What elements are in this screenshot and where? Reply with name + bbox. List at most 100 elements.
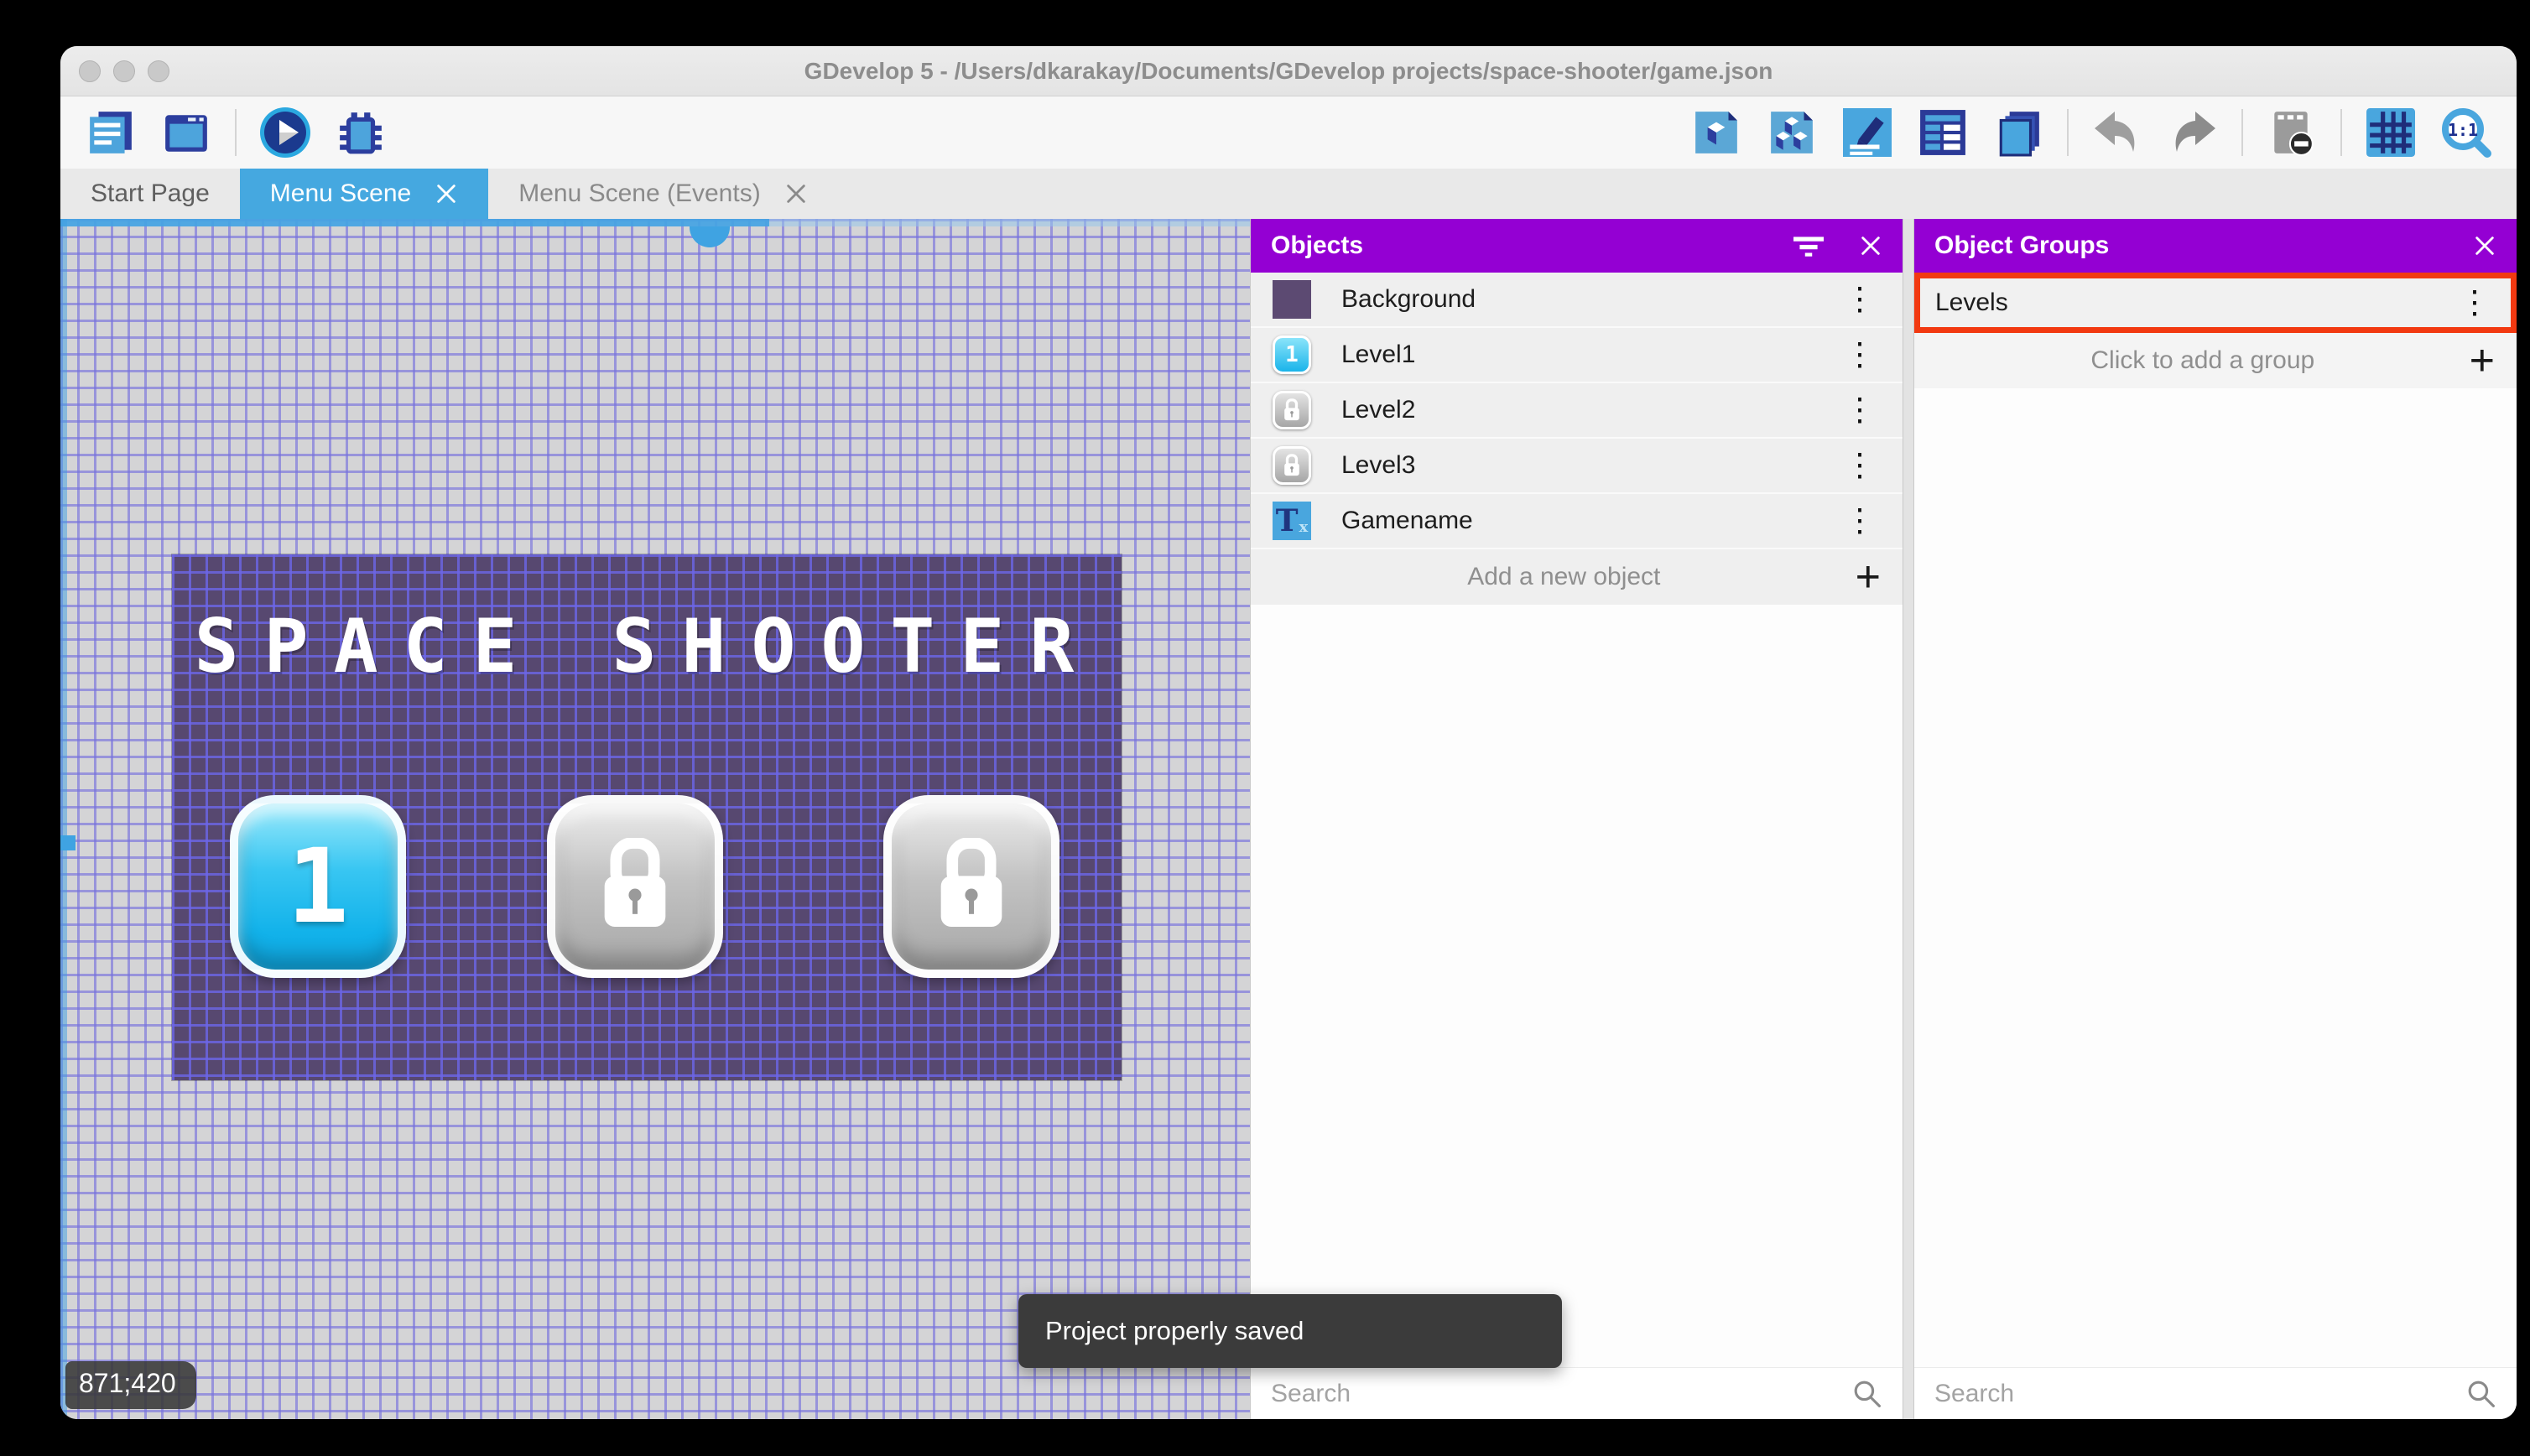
group-menu-button[interactable]: ⋮	[2454, 287, 2496, 319]
zoom-1-1-button[interactable]: 1:1	[2439, 106, 2493, 159]
redo-icon	[2167, 110, 2219, 155]
toggle-grid-button[interactable]	[2364, 106, 2418, 159]
objects-search-bar	[1251, 1367, 1903, 1419]
lock-icon	[596, 838, 674, 936]
main-toolbar: 1:1	[60, 96, 2517, 169]
object-menu-button[interactable]: ⋮	[1839, 339, 1881, 371]
close-tab-icon[interactable]	[784, 182, 808, 205]
toolbar-divider	[2340, 109, 2342, 156]
toggle-properties-panel-button[interactable]	[1840, 106, 1894, 159]
toolbar-divider	[2067, 109, 2069, 156]
grid-icon	[2366, 108, 2415, 157]
title-bar: GDevelop 5 - /Users/dkarakay/Documents/G…	[60, 46, 2517, 96]
tab-label: Menu Scene (Events)	[518, 179, 760, 208]
toggle-layers-panel-button[interactable]	[1991, 106, 2045, 159]
project-manager-icon	[86, 108, 135, 157]
object-menu-button[interactable]: ⋮	[1839, 450, 1881, 481]
game-title-text: SPACE SHOOTER	[172, 603, 1122, 689]
close-panel-icon[interactable]	[1859, 234, 1882, 257]
add-object-row[interactable]: Add a new object +	[1251, 549, 1903, 605]
selection-rotate-handle[interactable]	[690, 226, 730, 247]
tab-menu-scene-events[interactable]: Menu Scene (Events)	[488, 169, 837, 219]
properties-panel-icon	[1843, 108, 1892, 157]
tab-menu-scene[interactable]: Menu Scene	[240, 169, 488, 219]
groups-list-empty-area	[1914, 388, 2517, 1367]
objects-panel: Objects Background ⋮ 1 Level1 ⋮ Level2 ⋮	[1250, 219, 1903, 1419]
tab-start-page[interactable]: Start Page	[60, 169, 240, 219]
object-groups-panel-icon	[1767, 108, 1816, 157]
object-row-level1[interactable]: 1 Level1 ⋮	[1251, 328, 1903, 383]
group-name: Levels	[1935, 289, 2437, 317]
cursor-coordinates-badge: 871;420	[65, 1361, 196, 1409]
background-object[interactable]: SPACE SHOOTER 1	[172, 554, 1122, 1080]
objects-panel-header: Objects	[1251, 219, 1903, 273]
minimize-window-button[interactable]	[113, 60, 135, 82]
lock-icon	[933, 838, 1010, 936]
start-page-button[interactable]	[159, 106, 213, 159]
zoom-1-1-icon: 1:1	[2440, 107, 2492, 159]
toolbar-divider	[235, 109, 237, 156]
level3-thumbnail	[1273, 446, 1311, 485]
save-toast: Project properly saved	[1018, 1294, 1562, 1368]
search-icon	[2466, 1379, 2496, 1409]
object-name: Level3	[1341, 451, 1809, 480]
undo-button[interactable]	[2090, 106, 2144, 159]
redo-button[interactable]	[2166, 106, 2220, 159]
object-row-background[interactable]: Background ⋮	[1251, 273, 1903, 328]
object-row-level3[interactable]: Level3 ⋮	[1251, 439, 1903, 494]
toast-message: Project properly saved	[1045, 1316, 1304, 1346]
level1-button-object[interactable]: 1	[230, 795, 406, 978]
selection-top-edge	[60, 219, 769, 226]
close-tab-icon[interactable]	[435, 182, 458, 205]
debug-chip-icon	[336, 108, 385, 157]
objects-search-input[interactable]	[1271, 1380, 1837, 1408]
object-groups-panel-title: Object Groups	[1934, 231, 2438, 260]
scene-editor-canvas[interactable]: SPACE SHOOTER 1 871;420	[60, 219, 1250, 1419]
groups-search-input[interactable]	[1934, 1380, 2451, 1408]
selection-resize-handle[interactable]	[60, 835, 75, 850]
close-window-button[interactable]	[79, 60, 101, 82]
add-group-button[interactable]: +	[2470, 339, 2495, 382]
groups-search-bar	[1914, 1367, 2517, 1419]
object-name: Level1	[1341, 341, 1809, 369]
object-row-gamename[interactable]: Tx Gamename ⋮	[1251, 494, 1903, 549]
objects-panel-icon	[1692, 108, 1741, 157]
object-menu-button[interactable]: ⋮	[1839, 283, 1881, 315]
toggle-render-mask-button[interactable]	[2265, 106, 2319, 159]
object-groups-panel: Object Groups Levels ⋮ Click to add a gr…	[1914, 219, 2517, 1419]
object-name: Level2	[1341, 396, 1809, 424]
toggle-objects-panel-button[interactable]	[1689, 106, 1743, 159]
play-preview-button[interactable]	[258, 106, 312, 159]
tab-label: Start Page	[91, 179, 210, 208]
add-group-row[interactable]: Click to add a group +	[1914, 333, 2517, 388]
object-name: Gamename	[1341, 507, 1809, 535]
background-thumbnail	[1273, 280, 1311, 319]
zoom-window-button[interactable]	[148, 60, 169, 82]
group-row-levels[interactable]: Levels ⋮	[1914, 273, 2517, 333]
level3-button-object[interactable]	[883, 795, 1059, 978]
toggle-object-groups-panel-button[interactable]	[1765, 106, 1819, 159]
tab-label: Menu Scene	[270, 179, 411, 208]
layers-icon	[1994, 108, 2043, 157]
toolbar-divider	[2241, 109, 2243, 156]
debug-button[interactable]	[334, 106, 388, 159]
close-panel-icon[interactable]	[2473, 234, 2496, 257]
object-menu-button[interactable]: ⋮	[1839, 505, 1881, 537]
object-menu-button[interactable]: ⋮	[1839, 394, 1881, 426]
level2-button-object[interactable]	[547, 795, 723, 978]
add-group-label: Click to add a group	[1936, 346, 2470, 375]
main-content: SPACE SHOOTER 1 871;420 Objects	[60, 219, 2517, 1419]
search-icon	[1852, 1379, 1882, 1409]
filter-icon[interactable]	[1793, 234, 1824, 257]
text-object-thumbnail: Tx	[1273, 502, 1311, 540]
add-object-button[interactable]: +	[1856, 555, 1881, 599]
object-row-level2[interactable]: Level2 ⋮	[1251, 383, 1903, 439]
play-icon	[258, 106, 312, 159]
level2-thumbnail	[1273, 391, 1311, 429]
project-manager-button[interactable]	[84, 106, 138, 159]
window-title: GDevelop 5 - /Users/dkarakay/Documents/G…	[804, 58, 1773, 85]
editor-tab-bar: Start Page Menu Scene Menu Scene (Events…	[60, 169, 2517, 219]
panel-divider[interactable]	[1903, 219, 1914, 1419]
toggle-instances-list-button[interactable]	[1916, 106, 1970, 159]
level1-thumbnail: 1	[1273, 335, 1311, 374]
